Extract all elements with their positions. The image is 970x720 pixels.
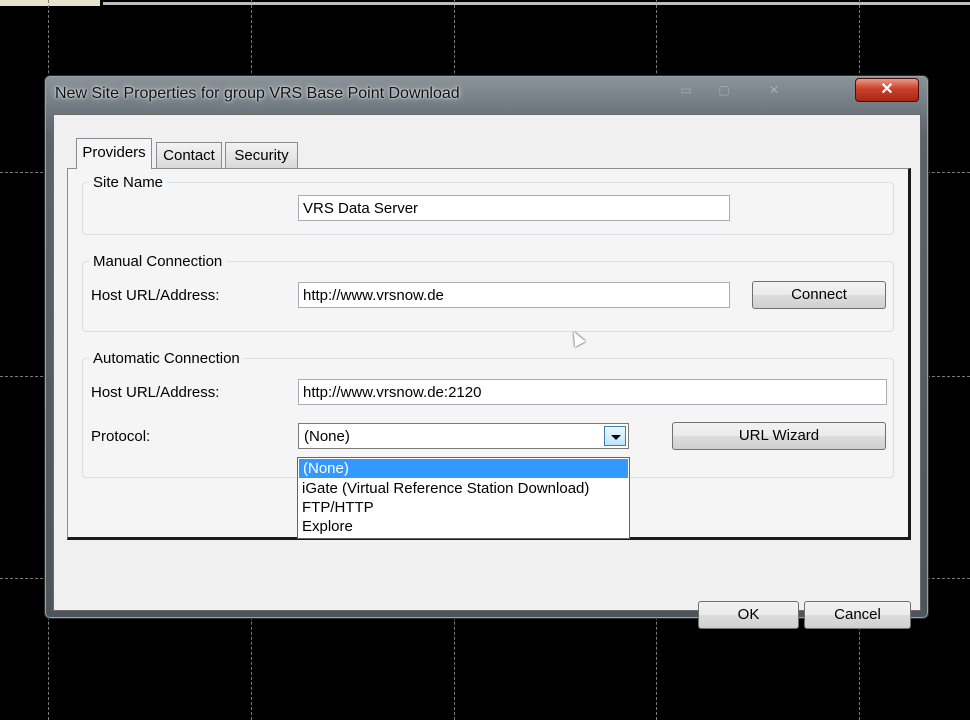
maximize-icon[interactable]: ▢ xyxy=(711,82,737,98)
protocol-selected-value: (None) xyxy=(304,428,350,445)
ok-button[interactable]: OK xyxy=(698,601,799,629)
auto-host-label: Host URL/Address: xyxy=(91,384,220,401)
protocol-select[interactable]: (None) xyxy=(298,423,629,449)
protocol-option-ftp-http[interactable]: FTP/HTTP xyxy=(298,498,629,517)
minimize-icon[interactable]: ▭ xyxy=(673,82,699,98)
manual-host-label: Host URL/Address: xyxy=(91,287,220,304)
close-ghost-icon: ✕ xyxy=(768,83,780,97)
window-title: New Site Properties for group VRS Base P… xyxy=(55,85,460,102)
cancel-button[interactable]: Cancel xyxy=(804,601,911,629)
site-name-input[interactable] xyxy=(298,195,730,221)
protocol-label: Protocol: xyxy=(91,428,151,445)
auto-host-input[interactable] xyxy=(298,379,887,405)
close-button[interactable]: ✕ xyxy=(855,78,919,102)
tab-contact[interactable]: Contact xyxy=(156,142,222,169)
chevron-down-icon[interactable] xyxy=(604,426,626,446)
protocol-option-igate[interactable]: iGate (Virtual Reference Station Downloa… xyxy=(298,479,629,498)
connect-button[interactable]: Connect xyxy=(752,281,886,309)
protocol-dropdown-list: (None) iGate (Virtual Reference Station … xyxy=(297,457,630,539)
tab-providers[interactable]: Providers xyxy=(76,138,152,169)
tab-security[interactable]: Security xyxy=(225,142,298,169)
automatic-connection-legend: Automatic Connection xyxy=(93,350,240,367)
top-strip-bar xyxy=(103,2,970,5)
url-wizard-button[interactable]: URL Wizard xyxy=(672,422,886,450)
manual-host-input[interactable] xyxy=(298,282,730,308)
protocol-option-explore[interactable]: Explore xyxy=(298,517,629,536)
protocol-option-none[interactable]: (None) xyxy=(299,459,628,478)
background-top-strip xyxy=(0,0,970,6)
top-strip-highlight xyxy=(0,0,100,6)
manual-connection-legend: Manual Connection xyxy=(93,253,223,270)
site-name-legend: Site Name xyxy=(93,174,164,191)
